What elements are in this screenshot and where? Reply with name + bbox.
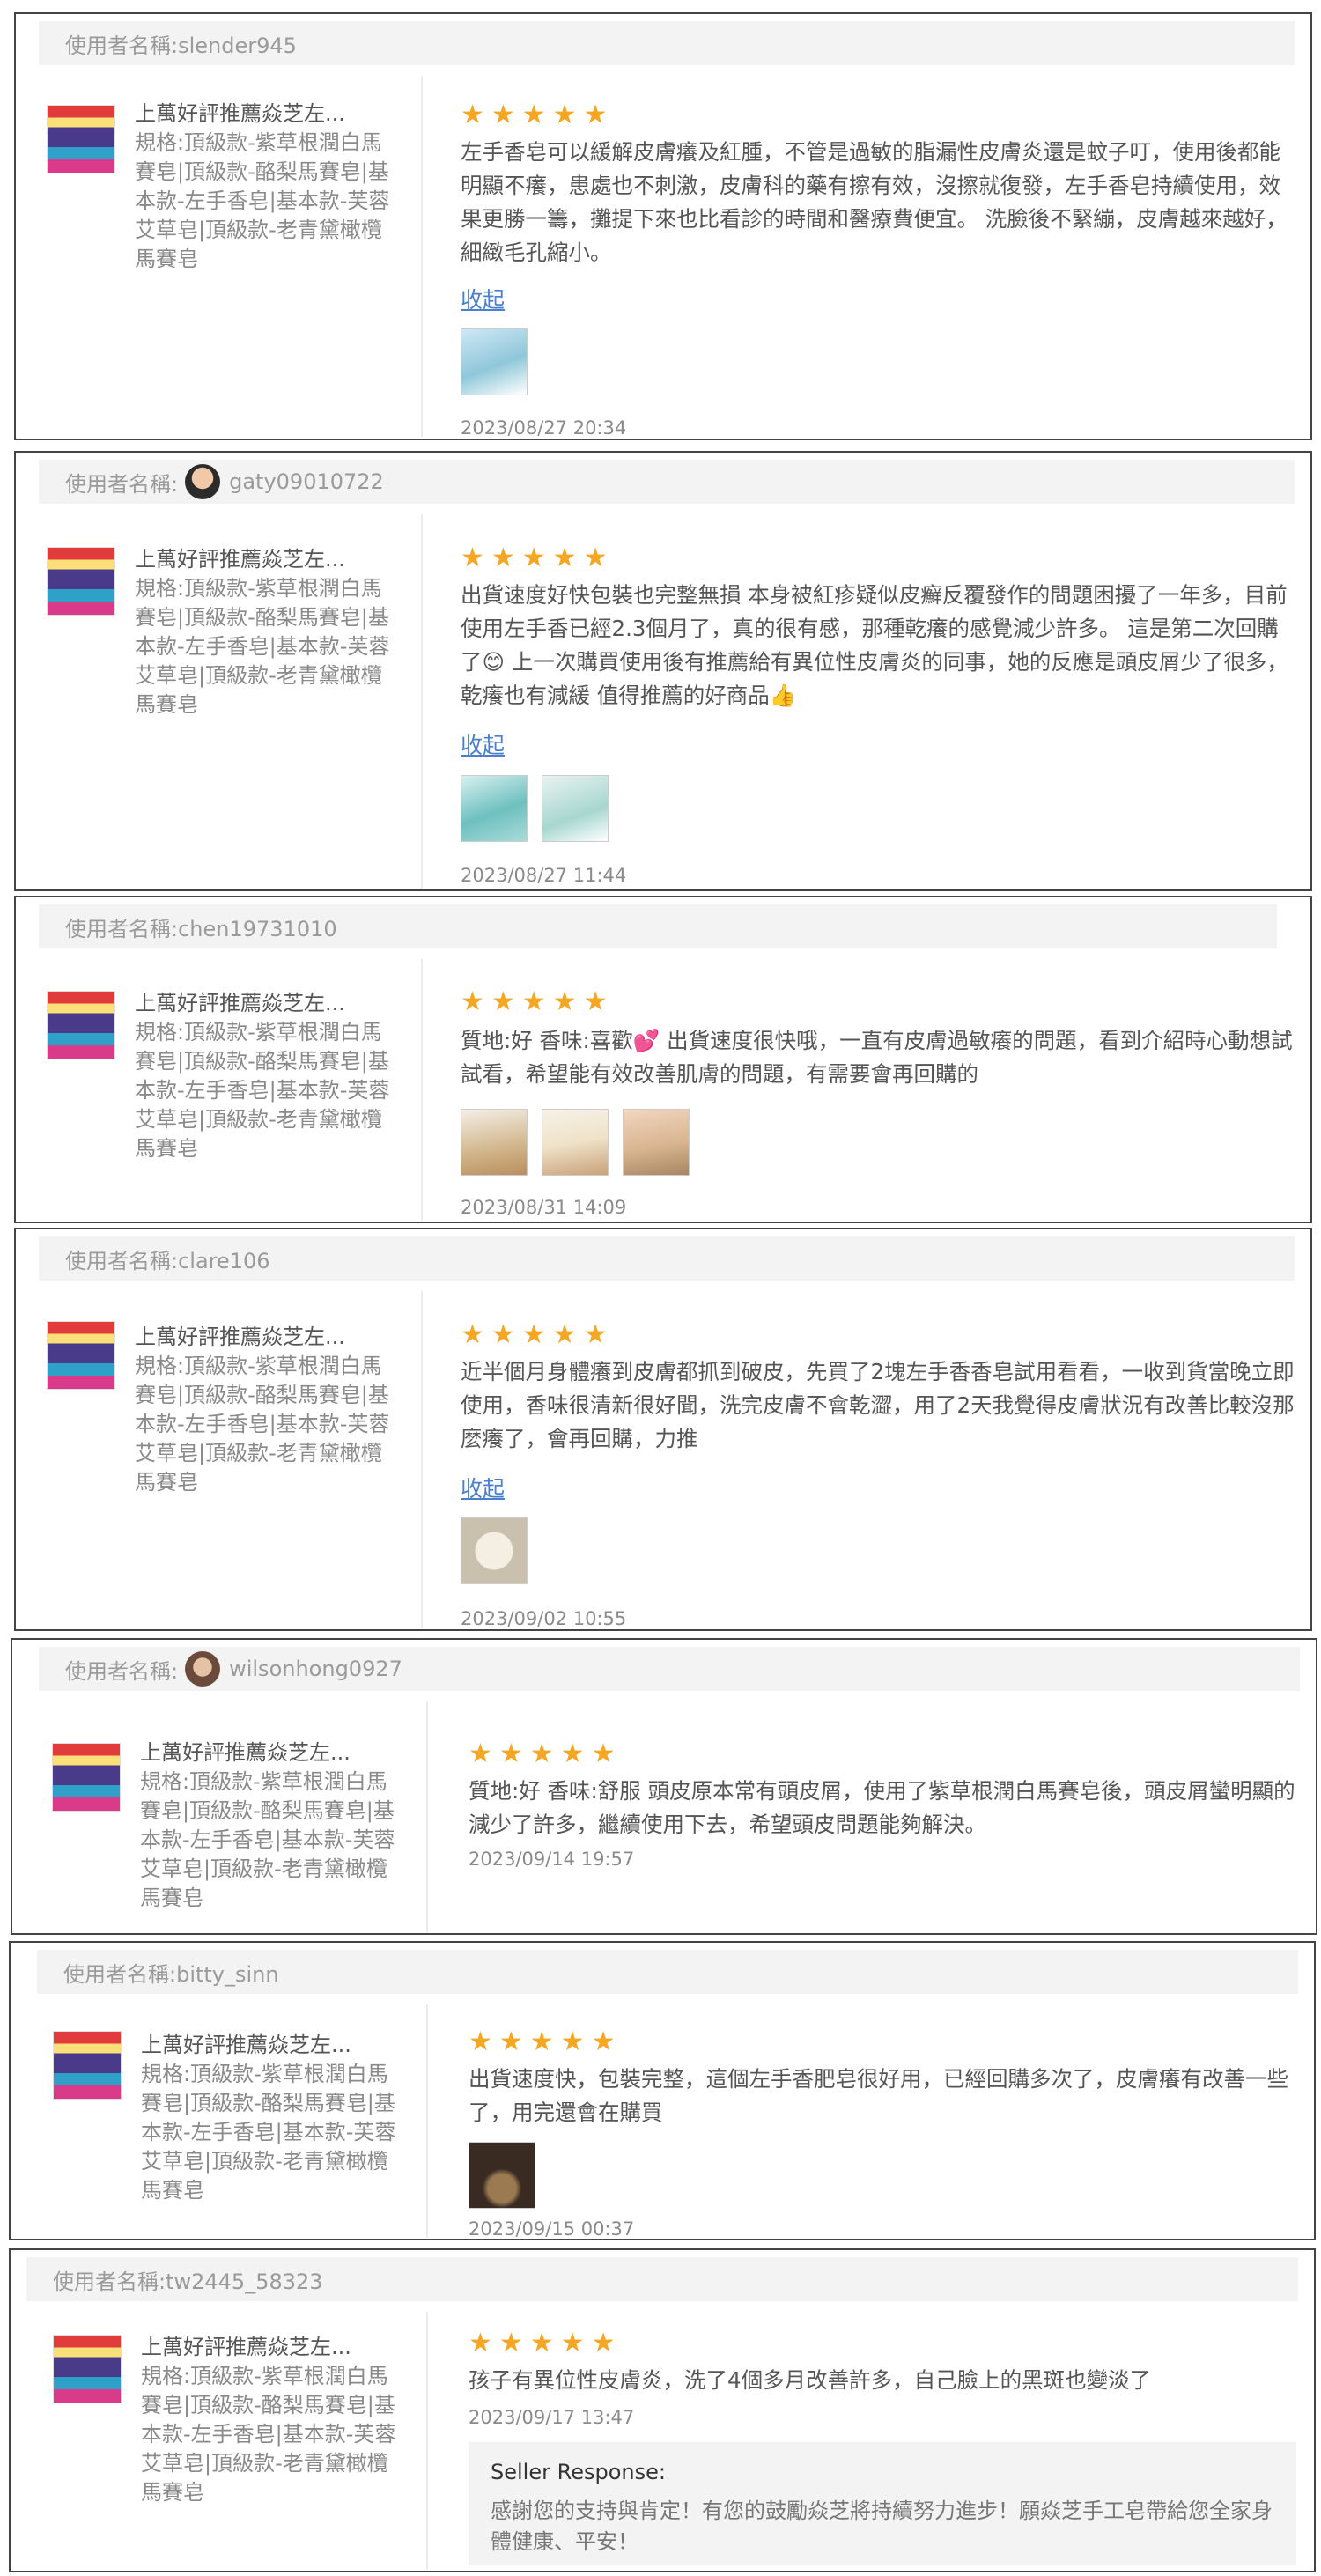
- product-title: 上萬好評推薦焱芝左...: [141, 2033, 351, 2057]
- product-info[interactable]: 上萬好評推薦焱芝左... 規格:頂級款-紫草根潤白馬賽皂|頂級款-酪梨馬賽皂|基…: [135, 100, 399, 274]
- avatar: [185, 1651, 221, 1687]
- username: 使用者名稱:clare106: [65, 1248, 270, 1273]
- product-info[interactable]: 上萬好評推薦焱芝左... 規格:頂級款-紫草根潤白馬賽皂|頂級款-酪梨馬賽皂|基…: [135, 989, 399, 1163]
- product-spec: 規格:頂級款-紫草根潤白馬賽皂|頂級款-酪梨馬賽皂|基本款-左手香皂|基本款-芙…: [141, 2062, 396, 2203]
- review-photo[interactable]: [461, 1517, 528, 1584]
- username: wilsonhong0927: [229, 1657, 402, 1681]
- seller-response: Seller Response: 感謝您的支持與肯定！有您的鼓勵焱芝將持續努力進…: [469, 2442, 1296, 2565]
- review-text: 孩子有異位性皮膚炎，洗了4個多月改善許多，自己臉上的黑斑也變淡了: [469, 2367, 1152, 2393]
- user-bar: 使用者名稱:chen19731010: [39, 904, 1277, 948]
- product-thumbnail[interactable]: [53, 2031, 122, 2100]
- review-card: 使用者名稱:bitty_sinn 上萬好評推薦焱芝左... 規格:頂級款-紫草根…: [9, 1941, 1316, 2240]
- review-text: 質地:好 香味:喜歡💕 出貨速度很快哦，一直有皮膚過敏癢的問題，看到介紹時心動想…: [461, 1028, 1293, 1087]
- collapse-link[interactable]: 收起: [461, 283, 505, 314]
- collapse-link[interactable]: 收起: [461, 1472, 505, 1503]
- user-bar: 使用者名稱:tw2445_58323: [26, 2257, 1298, 2301]
- product-title: 上萬好評推薦焱芝左...: [135, 991, 345, 1015]
- review-text: 出貨速度快，包裝完整，這個左手香肥皂很好用，已經回購多次了，皮膚癢有改善一些了，…: [469, 2066, 1288, 2125]
- product-title: 上萬好評推薦焱芝左...: [140, 1740, 351, 1765]
- product-spec: 規格:頂級款-紫草根潤白馬賽皂|頂級款-酪梨馬賽皂|基本款-左手香皂|基本款-芙…: [140, 1769, 395, 1910]
- product-info[interactable]: 上萬好評推薦焱芝左... 規格:頂級款-紫草根潤白馬賽皂|頂級款-酪梨馬賽皂|基…: [141, 2333, 405, 2507]
- rating-stars-icon: ★★★★★: [469, 1738, 623, 1769]
- column-divider: [421, 1291, 423, 1628]
- product-thumbnail[interactable]: [47, 1321, 115, 1390]
- rating-stars-icon: ★★★★★: [469, 2328, 623, 2358]
- product-spec: 規格:頂級款-紫草根潤白馬賽皂|頂級款-酪梨馬賽皂|基本款-左手香皂|基本款-芙…: [141, 2364, 396, 2505]
- review-card: 使用者名稱:slender945 上萬好評推薦焱芝左... 規格:頂級款-紫草根…: [14, 12, 1312, 440]
- user-bar: 使用者名稱:bitty_sinn: [37, 1950, 1298, 1994]
- collapse-link[interactable]: 收起: [461, 728, 505, 760]
- column-divider: [421, 514, 423, 889]
- username: gaty09010722: [229, 469, 384, 494]
- review-card: 使用者名稱:tw2445_58323 上萬好評推薦焱芝左... 規格:頂級款-紫…: [9, 2248, 1316, 2572]
- username-prefix: 使用者名稱:: [65, 1658, 179, 1684]
- product-thumbnail[interactable]: [52, 1743, 121, 1812]
- review-text: 近半個月身體癢到皮膚都抓到破皮，先買了2塊左手香香皂試用看看，一收到貨當晚立即使…: [461, 1359, 1295, 1451]
- product-thumbnail[interactable]: [47, 105, 115, 173]
- product-title: 上萬好評推薦焱芝左...: [135, 101, 345, 126]
- username: 使用者名稱:bitty_sinn: [63, 1961, 279, 1987]
- product-spec: 規格:頂級款-紫草根潤白馬賽皂|頂級款-酪梨馬賽皂|基本款-左手香皂|基本款-芙…: [135, 130, 390, 271]
- product-info[interactable]: 上萬好評推薦焱芝左... 規格:頂級款-紫草根潤白馬賽皂|頂級款-酪梨馬賽皂|基…: [141, 2031, 405, 2205]
- avatar: [185, 464, 221, 499]
- rating-stars-icon: ★★★★★: [461, 543, 615, 573]
- product-title: 上萬好評推薦焱芝左...: [141, 2335, 351, 2359]
- review-date: 2023/09/14 19:57: [469, 1849, 635, 1870]
- review-date: 2023/08/27 11:44: [461, 865, 627, 886]
- column-divider: [421, 76, 423, 437]
- review-card: 使用者名稱:chen19731010 上萬好評推薦焱芝左... 規格:頂級款-紫…: [14, 896, 1312, 1223]
- username-prefix: 使用者名稱:: [65, 471, 179, 497]
- review-date: 2023/08/27 20:34: [461, 417, 627, 439]
- review-photo[interactable]: [469, 2142, 535, 2209]
- product-spec: 規格:頂級款-紫草根潤白馬賽皂|頂級款-酪梨馬賽皂|基本款-左手香皂|基本款-芙…: [135, 576, 390, 717]
- product-info[interactable]: 上萬好評推薦焱芝左... 規格:頂級款-紫草根潤白馬賽皂|頂級款-酪梨馬賽皂|基…: [135, 545, 399, 720]
- review-text: 左手香皂可以緩解皮膚癢及紅腫，不管是過敏的脂漏性皮膚炎還是蚊子叮，使用後都能明顯…: [461, 139, 1288, 265]
- product-thumbnail[interactable]: [47, 991, 115, 1059]
- product-spec: 規格:頂級款-紫草根潤白馬賽皂|頂級款-酪梨馬賽皂|基本款-左手香皂|基本款-芙…: [135, 1354, 390, 1495]
- seller-response-label: Seller Response:: [491, 2460, 666, 2484]
- review-text: 質地:好 香味:舒服 頭皮原本常有頭皮屑，使用了紫草根潤白馬賽皂後，頭皮屑蠻明顯…: [469, 1778, 1295, 1837]
- review-card: 使用者名稱: wilsonhong0927 上萬好評推薦焱芝左... 規格:頂級…: [11, 1638, 1317, 1935]
- user-bar: 使用者名稱: wilsonhong0927: [39, 1647, 1300, 1691]
- review-photo[interactable]: [461, 1109, 528, 1176]
- column-divider: [421, 959, 423, 1221]
- product-info[interactable]: 上萬好評推薦焱芝左... 規格:頂級款-紫草根潤白馬賽皂|頂級款-酪梨馬賽皂|基…: [135, 1323, 399, 1497]
- rating-stars-icon: ★★★★★: [461, 1319, 615, 1350]
- seller-response-text: 感謝您的支持與肯定！有您的鼓勵焱芝將持續努力進步！願焱芝手工皂帶給您全家身體健康…: [491, 2498, 1273, 2554]
- review-photo[interactable]: [542, 775, 609, 842]
- username: 使用者名稱:slender945: [65, 33, 297, 58]
- product-title: 上萬好評推薦焱芝左...: [135, 1325, 345, 1349]
- column-divider: [426, 2312, 428, 2570]
- column-divider: [426, 2004, 428, 2238]
- review-text: 出貨速度好快包裝也完整無損 本身被紅疹疑似皮癬反覆發作的問題困擾了一年多，目前使…: [461, 582, 1288, 708]
- rating-stars-icon: ★★★★★: [461, 100, 615, 130]
- user-bar: 使用者名稱: gaty09010722: [39, 460, 1295, 504]
- user-bar: 使用者名稱:clare106: [39, 1236, 1295, 1281]
- product-spec: 規格:頂級款-紫草根潤白馬賽皂|頂級款-酪梨馬賽皂|基本款-左手香皂|基本款-芙…: [135, 1020, 390, 1161]
- product-info[interactable]: 上萬好評推薦焱芝左... 規格:頂級款-紫草根潤白馬賽皂|頂級款-酪梨馬賽皂|基…: [140, 1738, 404, 1913]
- rating-stars-icon: ★★★★★: [469, 2026, 623, 2057]
- user-bar: 使用者名稱:slender945: [39, 21, 1295, 65]
- rating-stars-icon: ★★★★★: [461, 986, 615, 1017]
- username: 使用者名稱:chen19731010: [65, 916, 337, 941]
- column-divider: [426, 1701, 428, 1932]
- review-photo[interactable]: [623, 1109, 690, 1176]
- review-date: 2023/08/31 14:09: [461, 1197, 627, 1218]
- review-photo[interactable]: [542, 1109, 609, 1176]
- product-thumbnail[interactable]: [47, 547, 115, 616]
- review-date: 2023/09/17 13:47: [469, 2407, 635, 2428]
- review-card: 使用者名稱: gaty09010722 上萬好評推薦焱芝左... 規格:頂級款-…: [14, 451, 1312, 891]
- username: 使用者名稱:tw2445_58323: [53, 2269, 323, 2294]
- review-date: 2023/09/15 00:37: [469, 2218, 635, 2240]
- product-title: 上萬好評推薦焱芝左...: [135, 547, 345, 572]
- review-card: 使用者名稱:clare106 上萬好評推薦焱芝左... 規格:頂級款-紫草根潤白…: [14, 1228, 1312, 1631]
- product-thumbnail[interactable]: [53, 2335, 122, 2403]
- review-date: 2023/09/02 10:55: [461, 1608, 627, 1629]
- review-photo[interactable]: [461, 328, 528, 395]
- review-photo[interactable]: [461, 775, 528, 842]
